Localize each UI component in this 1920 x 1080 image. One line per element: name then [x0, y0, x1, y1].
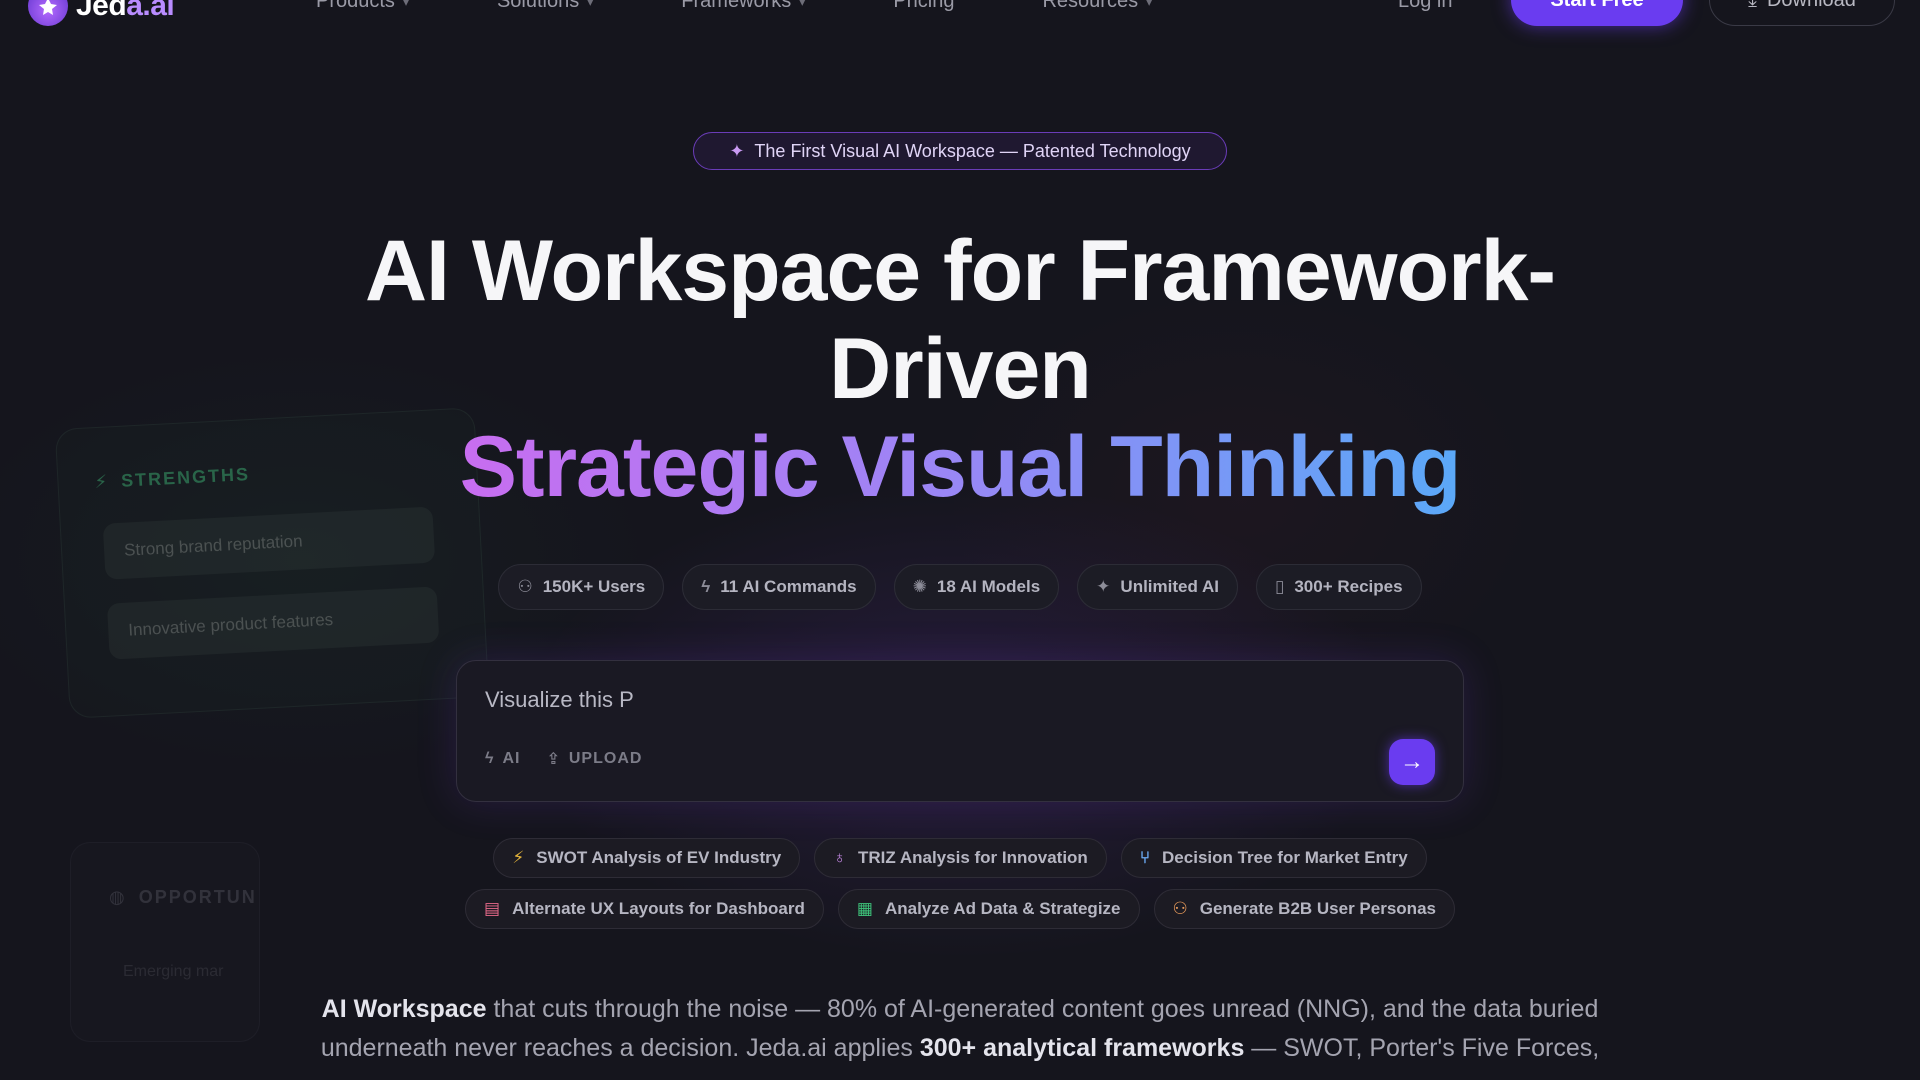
- hero-badge: ✦ The First Visual AI Workspace — Patent…: [693, 132, 1227, 170]
- suggestion-personas[interactable]: ⚇ Generate B2B User Personas: [1153, 889, 1455, 929]
- hero-description: AI Workspace that cuts through the noise…: [290, 990, 1630, 1068]
- hero-title-line2: Driven: [829, 321, 1092, 417]
- suggestions-row-1: ⚡ SWOT Analysis of EV Industry ♁ TRIZ Anal…: [0, 838, 1920, 878]
- users-icon: ⚇: [517, 577, 533, 596]
- nav-links: Products ▾ Solutions ▾ Frameworks ▾ Pricing…: [316, 0, 1240, 13]
- prompt-tools: ϟ AI ⇪ UPLOAD: [485, 749, 642, 769]
- bulb-icon: ♁: [833, 848, 846, 867]
- people-icon: ⚇: [1172, 899, 1188, 918]
- hero-title: AI Workspace for Framework- Driven: [0, 222, 1920, 418]
- nav-resources[interactable]: Resources ▾: [1042, 0, 1152, 13]
- suggestion-decision-tree[interactable]: ⑂ Decision Tree for Market Entry: [1120, 838, 1427, 878]
- nav-solutions[interactable]: Solutions ▾: [497, 0, 593, 13]
- chevron-down-icon: ▾: [1146, 0, 1153, 9]
- hero-title-gradient: Strategic Visual Thinking: [0, 418, 1920, 516]
- download-icon: ⤓: [1748, 0, 1757, 12]
- chevron-down-icon: ▾: [799, 0, 806, 9]
- brain-icon: ✺: [912, 577, 927, 596]
- start-free-button[interactable]: Start Free: [1511, 0, 1683, 26]
- ai-mode-button[interactable]: ϟ AI: [485, 749, 520, 769]
- upload-icon: ⇪: [546, 751, 561, 768]
- branch-icon: ⑂: [1139, 848, 1151, 867]
- suggestion-triz[interactable]: ♁ TRIZ Analysis for Innovation: [814, 838, 1107, 878]
- suggestion-ad-data[interactable]: ▦ Analyze Ad Data & Strategize: [837, 889, 1140, 929]
- nav-products[interactable]: Products ▾: [316, 0, 409, 13]
- sparkle-icon: ✦: [1096, 577, 1111, 596]
- opportunities-item: Emerging mar: [123, 963, 224, 980]
- send-button[interactable]: →: [1389, 739, 1435, 785]
- description-bold-2: 300+ analytical frameworks: [919, 1034, 1245, 1062]
- book-icon: ▯: [1274, 577, 1285, 596]
- logo[interactable]: Jeda.ai: [28, 0, 175, 26]
- top-navigation: Jeda.ai Products ▾ Solutions ▾ Frameworks ▾…: [0, 0, 1920, 30]
- arrow-right-icon: →: [1400, 748, 1424, 775]
- nav-pricing[interactable]: Pricing: [893, 0, 954, 13]
- stat-users: ⚇ 150K+ Users: [498, 564, 665, 610]
- sparkle-icon: ✦: [729, 140, 745, 161]
- suggestion-swot[interactable]: ⚡ SWOT Analysis of EV Industry: [493, 838, 801, 878]
- suggestion-ux-layouts[interactable]: ▤ Alternate UX Layouts for Dashboard: [465, 889, 824, 929]
- bolt-icon: ⚡: [512, 848, 525, 867]
- stat-models: ✺ 18 AI Models: [893, 564, 1060, 610]
- layout-icon: ▤: [484, 899, 501, 918]
- chevron-down-icon: ▾: [402, 0, 409, 9]
- login-link[interactable]: Log in: [1398, 0, 1453, 13]
- bolt-icon: ϟ: [701, 577, 711, 596]
- upload-button[interactable]: ⇪ UPLOAD: [546, 749, 642, 769]
- download-button[interactable]: ⤓ Download: [1709, 0, 1895, 26]
- sheet-icon: ▦: [856, 899, 873, 918]
- stat-unlimited: ✦ Unlimited AI: [1077, 564, 1238, 610]
- bolt-icon: ϟ: [485, 750, 495, 767]
- suggestions-row-2: ▤ Alternate UX Layouts for Dashboard ▦ Ana…: [0, 889, 1920, 929]
- prompt-input[interactable]: [485, 687, 1385, 713]
- stat-commands: ϟ 11 AI Commands: [682, 564, 876, 610]
- logo-icon: [28, 0, 68, 26]
- hero-title-line1: AI Workspace for Framework-: [364, 223, 1556, 319]
- stats-row: ⚇ 150K+ Users ϟ 11 AI Commands ✺ 18 AI Mode…: [0, 564, 1920, 610]
- description-text-2: — SWOT, Porter's Five Forces,: [1244, 1034, 1600, 1062]
- prompt-box: ϟAI ⇪UPLOAD →: [456, 660, 1464, 802]
- chevron-down-icon: ▾: [587, 0, 594, 9]
- logo-text: Jeda.ai: [76, 0, 175, 22]
- stat-recipes: ▯ 300+ Recipes: [1255, 564, 1422, 610]
- nav-frameworks[interactable]: Frameworks ▾: [681, 0, 805, 13]
- hero-title-line3: Strategic Visual Thinking: [459, 419, 1462, 515]
- description-bold-1: AI Workspace: [321, 995, 487, 1023]
